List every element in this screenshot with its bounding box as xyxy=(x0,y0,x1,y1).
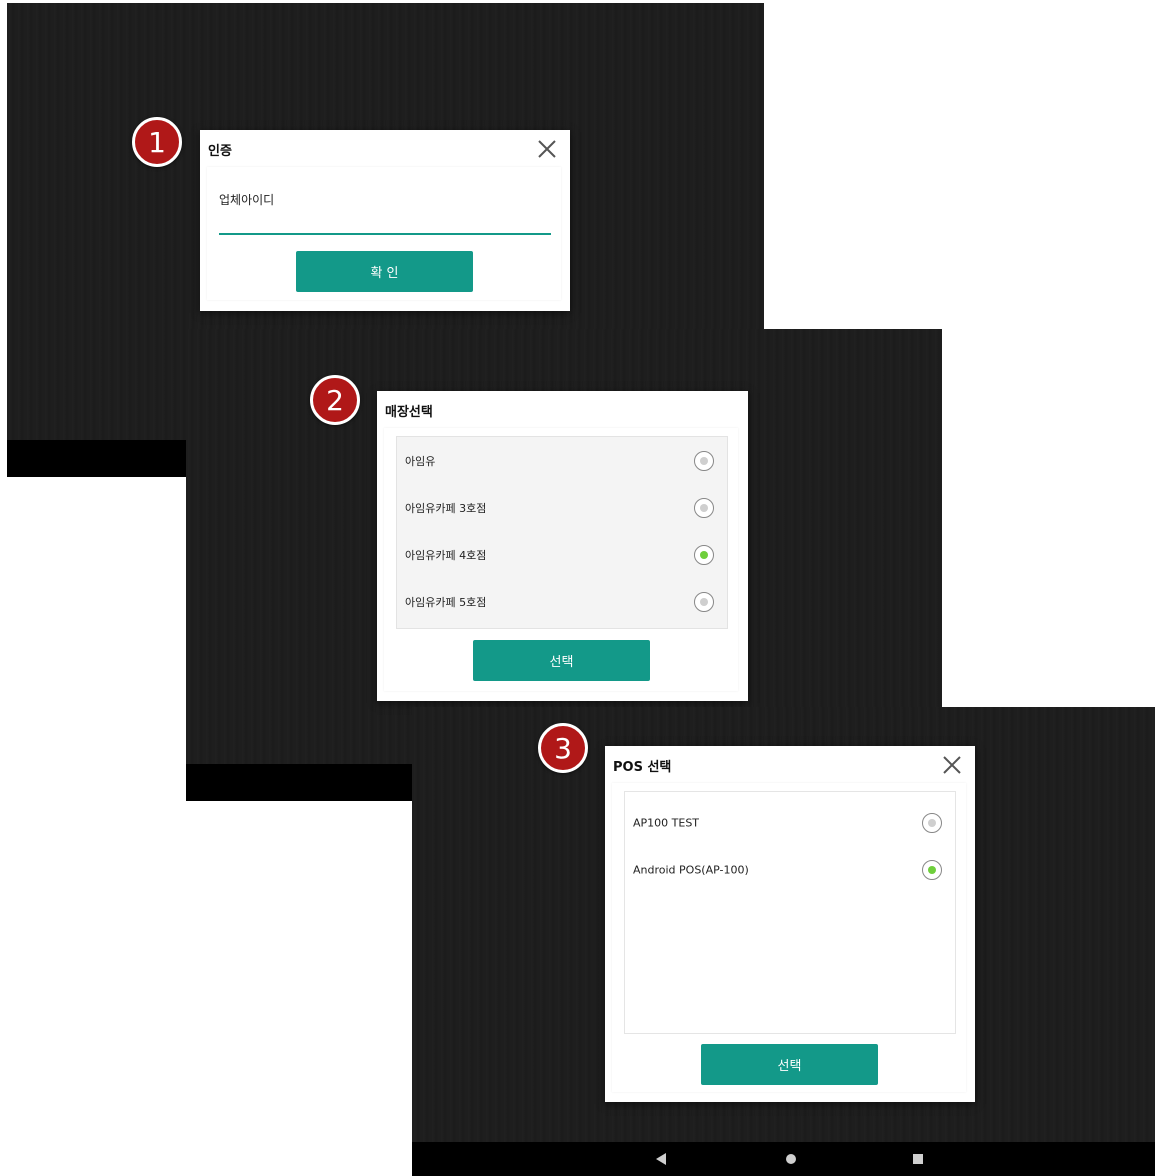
pos-option-label: Android POS(AP-100) xyxy=(633,863,749,876)
nav-bar xyxy=(412,1142,1155,1176)
store-option-label: 아임유카페 4호점 xyxy=(405,548,487,562)
list-item[interactable]: 아임유카페 4호점 xyxy=(397,531,727,578)
radio-button[interactable] xyxy=(694,450,714,471)
pos-panel: AP100 TEST Android POS(AP-100) 선택 xyxy=(612,783,966,1092)
list-item[interactable]: AP100 TEST xyxy=(625,799,955,846)
pos-option-label: AP100 TEST xyxy=(633,816,700,829)
close-icon[interactable] xyxy=(943,756,961,774)
close-icon[interactable] xyxy=(538,140,556,158)
pos-dialog: POS 선택 AP100 TEST Android POS(AP-100) 선택 xyxy=(605,746,975,1102)
recents-icon[interactable] xyxy=(912,1153,924,1165)
store-dialog-title: 매장선택 xyxy=(385,405,433,420)
list-item[interactable]: 아임유카페 5호점 xyxy=(397,578,727,625)
list-item[interactable]: Android POS(AP-100) xyxy=(625,846,955,893)
screen-pos-select: POS 선택 AP100 TEST Android POS(AP-100) 선택 xyxy=(412,707,1155,1176)
step-badge-3: 3 xyxy=(538,723,588,773)
radio-button[interactable] xyxy=(694,591,714,612)
radio-button[interactable] xyxy=(922,812,942,833)
store-panel: 아임유 아임유카페 3호점 아임유카페 4호점 아임유카페 5호점 선택 xyxy=(384,428,738,691)
back-icon[interactable] xyxy=(655,1153,667,1165)
store-list: 아임유 아임유카페 3호점 아임유카페 4호점 아임유카페 5호점 xyxy=(396,436,728,629)
store-option-label: 아임유 xyxy=(405,454,436,468)
step-badge-2: 2 xyxy=(310,375,360,425)
home-icon[interactable] xyxy=(785,1153,797,1165)
select-store-button[interactable]: 선택 xyxy=(473,640,650,681)
store-option-label: 아임유카페 5호점 xyxy=(405,595,487,609)
store-dialog: 매장선택 아임유 아임유카페 3호점 아임유카페 4호점 아임유카페 5호점 선… xyxy=(377,391,748,701)
auth-form-panel: 업체아이디 확 인 xyxy=(207,167,561,300)
pos-list: AP100 TEST Android POS(AP-100) xyxy=(624,791,956,1034)
company-id-underline xyxy=(219,233,551,235)
company-id-field[interactable]: 업체아이디 xyxy=(219,191,274,208)
list-item[interactable]: 아임유카페 3호점 xyxy=(397,484,727,531)
auth-dialog: 인증 업체아이디 확 인 xyxy=(200,130,570,311)
radio-button-selected[interactable] xyxy=(694,544,714,565)
confirm-button[interactable]: 확 인 xyxy=(296,251,473,292)
step-badge-1: 1 xyxy=(132,117,182,167)
radio-button-selected[interactable] xyxy=(922,859,942,880)
radio-button[interactable] xyxy=(694,497,714,518)
store-option-label: 아임유카페 3호점 xyxy=(405,501,487,515)
auth-dialog-title: 인증 xyxy=(208,144,232,159)
list-item[interactable]: 아임유 xyxy=(397,437,727,484)
pos-dialog-title: POS 선택 xyxy=(613,760,672,775)
select-pos-button[interactable]: 선택 xyxy=(701,1044,878,1085)
